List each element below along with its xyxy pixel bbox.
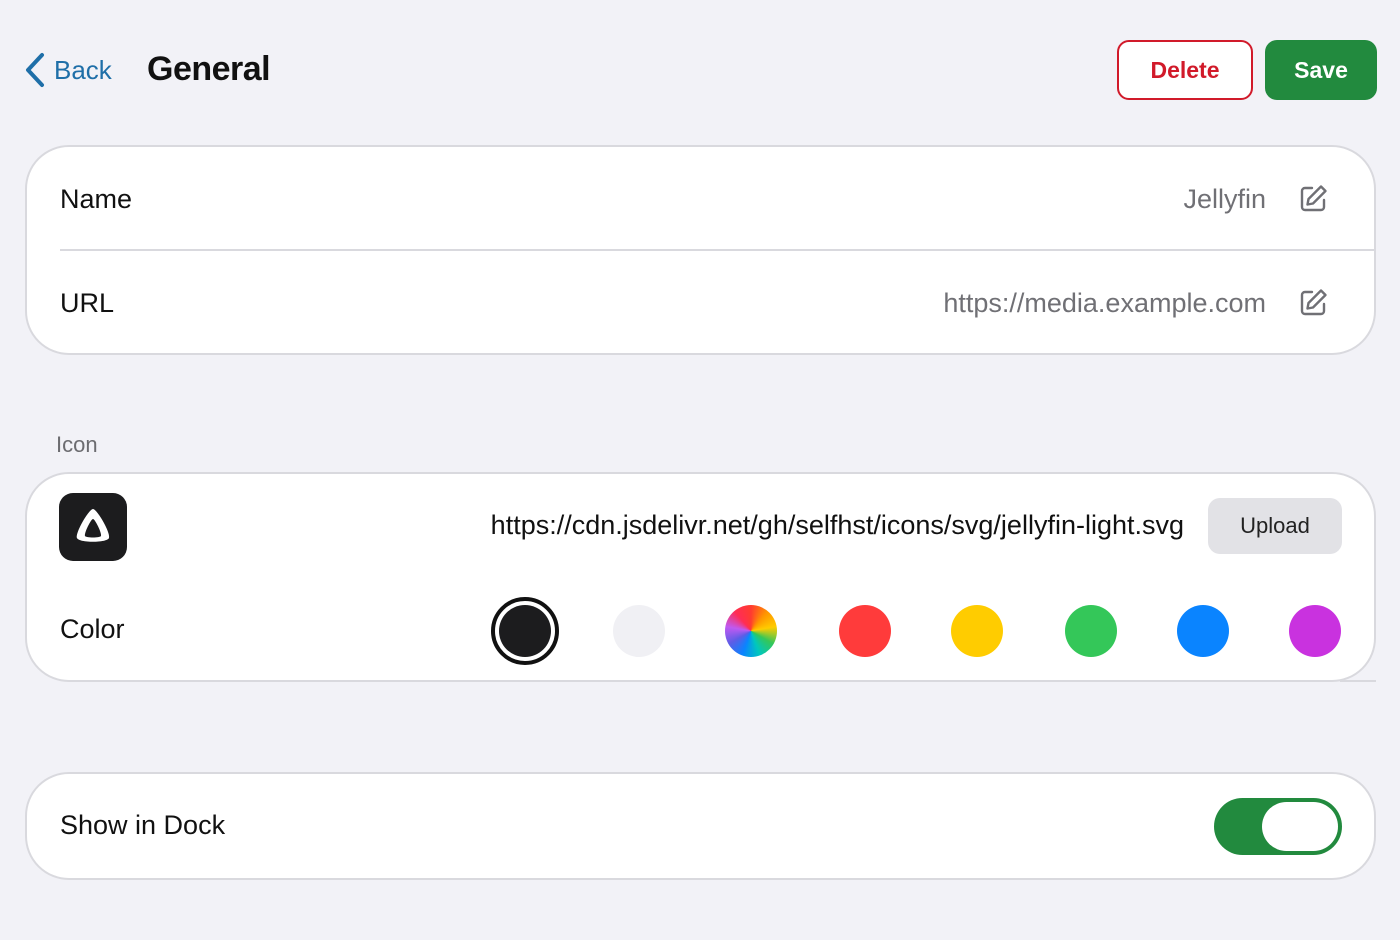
swatch-fill [499,605,551,657]
color-swatch-red[interactable] [839,605,891,657]
url-row[interactable]: URL https://media.example.com [27,251,1374,355]
jellyfin-app-icon [59,493,127,561]
page-title: General [147,50,271,88]
toggle-knob [1262,802,1338,851]
jellyfin-logo-icon [76,509,110,542]
edit-icon[interactable] [1298,288,1328,318]
edit-icon[interactable] [1298,184,1328,214]
color-swatch-light[interactable] [613,605,665,657]
icon-section-label: Icon [56,432,98,457]
dock-card: Show in Dock [25,772,1376,880]
upload-button[interactable]: Upload [1208,498,1342,554]
color-swatch-black[interactable] [491,597,559,665]
icon-card: https://cdn.jsdelivr.net/gh/selfhst/icon… [25,472,1376,682]
color-swatch-rainbow[interactable] [725,605,777,657]
back-button[interactable]: Back [24,50,112,90]
details-card: Name Jellyfin URL https://media.example.… [25,145,1376,355]
color-swatch-purple[interactable] [1289,605,1341,657]
name-label: Name [60,183,133,214]
show-in-dock-toggle[interactable] [1214,798,1342,855]
url-value: https://media.example.com [943,287,1266,318]
name-row[interactable]: Name Jellyfin [27,147,1374,251]
name-value: Jellyfin [1183,183,1266,214]
url-label: URL [60,287,115,318]
nav-header: Back General Delete Save [0,0,1400,140]
save-button[interactable]: Save [1265,40,1377,100]
icon-url-text[interactable]: https://cdn.jsdelivr.net/gh/selfhst/icon… [491,510,1184,541]
color-swatch-blue[interactable] [1177,605,1229,657]
color-swatch-green[interactable] [1065,605,1117,657]
divider [1340,680,1376,682]
color-label: Color [60,614,125,644]
chevron-left-icon [26,53,44,87]
color-swatch-yellow[interactable] [951,605,1003,657]
delete-button[interactable]: Delete [1117,40,1253,100]
show-in-dock-label: Show in Dock [60,810,226,840]
back-label: Back [54,54,112,85]
